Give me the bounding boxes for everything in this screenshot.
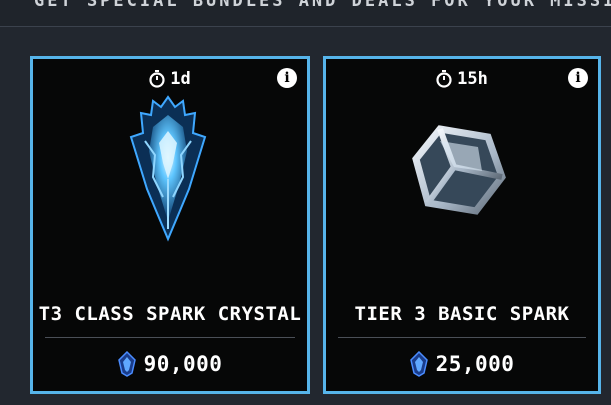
price-button[interactable]: 90,000 (33, 351, 307, 377)
offer-card-spark-crystal[interactable]: 1d i T3 CLASS SPARK CRYSTAL 90,000 (30, 56, 310, 394)
banner-text: GET SPECIAL BUNDLES AND DEALS FOR YOUR M… (34, 0, 611, 11)
price-value: 25,000 (435, 352, 515, 376)
card-divider (338, 337, 586, 338)
info-icon[interactable]: i (568, 68, 588, 88)
offer-timer: 15h (326, 69, 598, 89)
stopwatch-icon (149, 70, 165, 88)
price-button[interactable]: 25,000 (326, 351, 598, 377)
price-value: 90,000 (143, 352, 223, 376)
item-name: TIER 3 BASIC SPARK (354, 303, 570, 325)
offer-card-basic-spark[interactable]: 15h i TIER 3 BASIC SPARK 25,000 (323, 56, 601, 394)
timer-text: 15h (457, 69, 488, 89)
info-icon[interactable]: i (277, 68, 297, 88)
item-name: T3 CLASS SPARK CRYSTAL (38, 303, 302, 325)
offer-timer: 1d (33, 69, 307, 89)
deals-banner: GET SPECIAL BUNDLES AND DEALS FOR YOUR M… (0, 0, 611, 27)
card-divider (45, 337, 295, 338)
spark-crystal-icon (129, 95, 207, 242)
crystal-currency-icon (117, 351, 136, 377)
timer-text: 1d (170, 69, 191, 89)
crystal-currency-icon (409, 351, 428, 377)
basic-spark-cube-icon (412, 125, 506, 215)
stopwatch-icon (436, 70, 452, 88)
